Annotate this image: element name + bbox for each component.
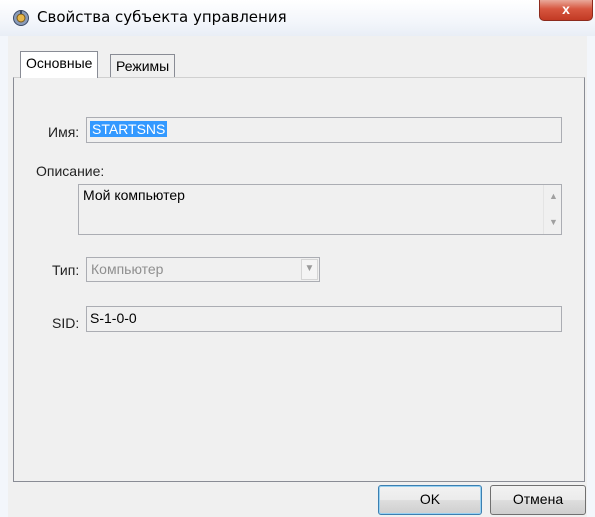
type-label: Тип:: [52, 262, 80, 278]
description-text: Мой компьютер: [83, 187, 185, 203]
description-scrollbar[interactable]: ▲ ▼: [543, 185, 561, 234]
title-bar[interactable]: Свойства субъекта управления x: [0, 0, 595, 36]
cancel-button[interactable]: Отмена: [490, 485, 586, 515]
sid-label: SID:: [52, 315, 80, 331]
window-frame-right: [587, 36, 595, 517]
name-input[interactable]: STARTSNS: [86, 117, 562, 143]
dialog-window: Свойства субъекта управления x Основные …: [0, 0, 595, 517]
tab-modes-label: Режимы: [116, 58, 170, 74]
cancel-button-label: Отмена: [512, 491, 564, 507]
tab-modes[interactable]: Режимы: [110, 54, 176, 78]
sid-value: S-1-0-0: [90, 310, 137, 326]
sid-field[interactable]: S-1-0-0: [86, 306, 562, 332]
close-icon: x: [562, 1, 570, 17]
app-icon: [12, 9, 30, 27]
close-button[interactable]: x: [539, 0, 593, 21]
scroll-up-icon[interactable]: ▲: [549, 191, 558, 201]
tab-main-label: Основные: [26, 55, 93, 71]
description-label: Описание:: [36, 163, 105, 179]
type-combobox-value: Компьютер: [91, 261, 164, 277]
window-frame-left: [0, 36, 8, 517]
description-textarea[interactable]: Мой компьютер ▲ ▼: [78, 184, 562, 235]
tab-main[interactable]: Основные: [20, 51, 99, 78]
name-input-value: STARTSNS: [90, 121, 168, 137]
type-combobox[interactable]: Компьютер ▼: [86, 257, 320, 282]
ok-button-label: OK: [419, 491, 441, 507]
name-label: Имя:: [48, 124, 80, 140]
scroll-down-icon[interactable]: ▼: [549, 217, 558, 227]
ok-button[interactable]: OK: [378, 485, 482, 515]
window-title: Свойства субъекта управления: [37, 8, 287, 26]
chevron-down-icon[interactable]: ▼: [301, 259, 318, 280]
